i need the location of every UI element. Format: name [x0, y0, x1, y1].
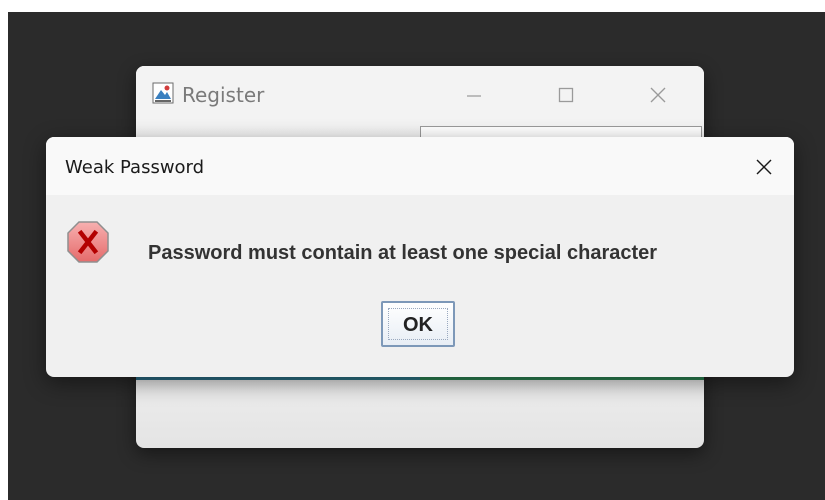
ok-button[interactable]: OK: [381, 301, 455, 347]
dialog-close-button[interactable]: [746, 151, 782, 183]
close-icon: [756, 159, 772, 175]
dialog-title: Weak Password: [65, 157, 205, 178]
register-window-title: Register: [182, 83, 265, 107]
weak-password-dialog: Weak Password Password must contain at l…: [46, 137, 794, 377]
java-app-icon: [152, 82, 174, 104]
register-titlebar[interactable]: Register: [136, 66, 704, 128]
dialog-message: Password must contain at least one speci…: [148, 242, 658, 264]
error-x-icon: [67, 221, 109, 263]
close-icon: [650, 87, 666, 103]
minimize-button[interactable]: [454, 80, 494, 110]
minimize-icon: [467, 95, 481, 97]
ok-button-label: OK: [388, 308, 448, 340]
dialog-titlebar[interactable]: Weak Password: [46, 137, 794, 195]
maximize-button[interactable]: [546, 80, 586, 110]
close-button[interactable]: [638, 80, 678, 110]
maximize-icon: [558, 87, 574, 103]
